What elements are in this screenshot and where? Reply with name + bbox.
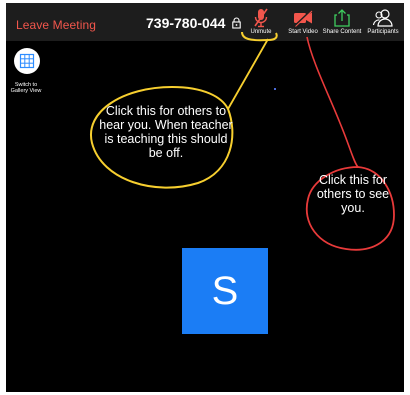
yellow-highlight-stroke	[241, 31, 278, 42]
audio-annotation-text: Click this for others to hear you. When …	[99, 104, 233, 160]
yellow-pointer-line	[227, 38, 269, 110]
video-annotation-text: Click this for others to see you.	[316, 173, 390, 215]
red-pointer-line	[306, 36, 359, 168]
participant-avatar: S	[182, 248, 268, 334]
meeting-window: Leave Meeting 739-780-044 Unmute Start V…	[6, 3, 404, 392]
